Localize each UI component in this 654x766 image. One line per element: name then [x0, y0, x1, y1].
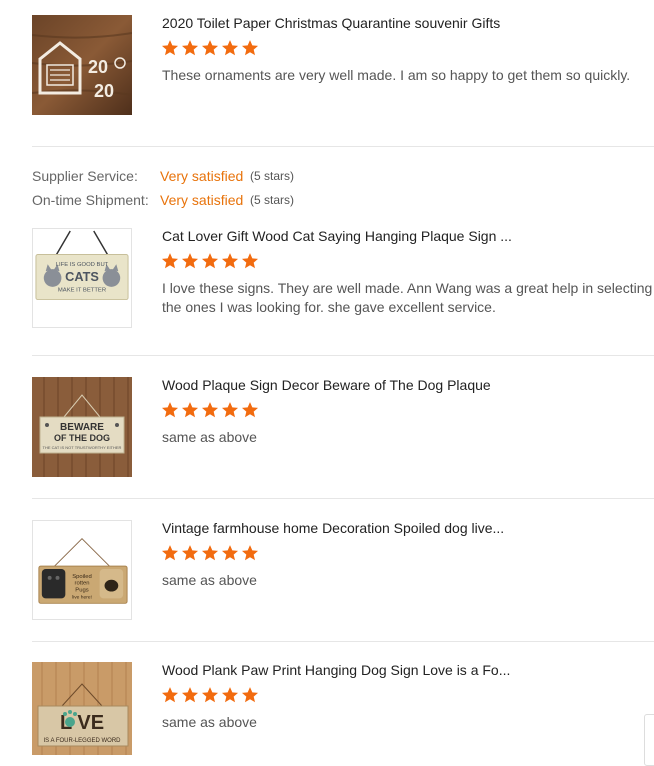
review-product-title[interactable]: Wood Plank Paw Print Hanging Dog Sign Lo…: [162, 662, 510, 678]
divider: [32, 641, 654, 642]
svg-text:Pugs: Pugs: [75, 588, 88, 594]
star-icon: [201, 545, 219, 561]
ornament-2020-image: 20 20: [32, 15, 132, 115]
star-icon: [221, 40, 239, 56]
star-icon: [241, 687, 259, 703]
review-item: LIFE IS GOOD BUT CATS MAKE IT BETTER Cat…: [32, 228, 654, 328]
star-icon: [221, 687, 239, 703]
star-icon: [181, 40, 199, 56]
rating-count: (5 stars): [250, 169, 295, 183]
product-thumbnail[interactable]: Spoiled rotten Pugs live here!: [32, 520, 132, 620]
star-icon: [161, 40, 179, 56]
love-paw-plaque-image: L VE IS A FOUR-LEGGED WORD: [32, 662, 132, 755]
star-icon: [161, 402, 179, 418]
svg-text:rotten: rotten: [74, 581, 89, 587]
spoiled-pugs-plaque-image: Spoiled rotten Pugs live here!: [33, 521, 131, 619]
review-product-title[interactable]: Cat Lover Gift Wood Cat Saying Hanging P…: [162, 228, 512, 244]
star-icon: [161, 545, 179, 561]
star-icon: [161, 253, 179, 269]
star-icon: [201, 402, 219, 418]
rating-value: Very satisfied: [160, 192, 244, 208]
cat-plaque-image: LIFE IS GOOD BUT CATS MAKE IT BETTER: [33, 229, 131, 327]
svg-text:OF THE DOG: OF THE DOG: [54, 433, 110, 443]
svg-text:CATS: CATS: [65, 269, 99, 284]
review-text: I love these signs. They are well made. …: [162, 280, 653, 315]
svg-text:20: 20: [94, 81, 114, 101]
beware-dog-plaque-image: BEWARE OF THE DOG THE CAT IS NOT TRUSTWO…: [32, 377, 132, 477]
star-rating: [161, 544, 259, 562]
star-icon: [241, 545, 259, 561]
star-rating: [161, 401, 259, 419]
review-product-title[interactable]: Wood Plaque Sign Decor Beware of The Dog…: [162, 377, 491, 393]
svg-text:THE CAT IS NOT TRUSTWORTHY EIT: THE CAT IS NOT TRUSTWORTHY EITHER: [43, 445, 122, 450]
review-item: L VE IS A FOUR-LEGGED WORD Wood Plank Pa…: [32, 662, 654, 755]
rating-label: Supplier Service:: [32, 168, 138, 184]
star-icon: [181, 402, 199, 418]
rating-value: Very satisfied: [160, 168, 244, 184]
star-icon: [181, 687, 199, 703]
svg-text:20: 20: [88, 57, 108, 77]
star-icon: [181, 253, 199, 269]
rating-count: (5 stars): [250, 193, 295, 207]
star-icon: [241, 402, 259, 418]
product-thumbnail[interactable]: 20 20: [32, 15, 132, 115]
star-icon: [201, 687, 219, 703]
star-icon: [161, 687, 179, 703]
svg-text:MAKE IT BETTER: MAKE IT BETTER: [58, 288, 106, 294]
review-item: 20 20 2020 Toilet Paper Christmas Quaran…: [32, 15, 654, 115]
star-icon: [221, 402, 239, 418]
review-item: Spoiled rotten Pugs live here! Vintage f…: [32, 520, 654, 620]
star-icon: [221, 253, 239, 269]
review-text: These ornaments are very well made. I am…: [162, 67, 631, 83]
star-icon: [201, 40, 219, 56]
star-icon: [241, 253, 259, 269]
svg-text:BEWARE: BEWARE: [60, 422, 104, 433]
svg-text:LIFE IS GOOD BUT: LIFE IS GOOD BUT: [56, 262, 109, 268]
star-icon: [181, 545, 199, 561]
star-icon: [201, 253, 219, 269]
product-thumbnail[interactable]: L VE IS A FOUR-LEGGED WORD: [32, 662, 132, 755]
divider: [32, 146, 654, 147]
star-rating: [161, 686, 259, 704]
svg-text:Spoiled: Spoiled: [72, 574, 92, 580]
review-text: same as above: [162, 714, 257, 730]
star-rating: [161, 39, 259, 57]
review-text: same as above: [162, 572, 257, 588]
review-text: same as above: [162, 429, 257, 445]
star-icon: [221, 545, 239, 561]
svg-text:IS A FOUR-LEGGED WORD: IS A FOUR-LEGGED WORD: [43, 738, 121, 744]
review-item: BEWARE OF THE DOG THE CAT IS NOT TRUSTWO…: [32, 377, 654, 477]
divider: [32, 498, 654, 499]
svg-text:live here!: live here!: [72, 594, 92, 600]
floating-widget-edge[interactable]: [644, 714, 654, 766]
product-thumbnail[interactable]: BEWARE OF THE DOG THE CAT IS NOT TRUSTWO…: [32, 377, 132, 477]
review-product-title[interactable]: Vintage farmhouse home Decoration Spoile…: [162, 520, 504, 536]
divider: [32, 355, 654, 356]
star-rating: [161, 252, 259, 270]
star-icon: [241, 40, 259, 56]
rating-label: On-time Shipment:: [32, 192, 149, 208]
review-product-title[interactable]: 2020 Toilet Paper Christmas Quarantine s…: [162, 15, 500, 31]
product-thumbnail[interactable]: LIFE IS GOOD BUT CATS MAKE IT BETTER: [32, 228, 132, 328]
